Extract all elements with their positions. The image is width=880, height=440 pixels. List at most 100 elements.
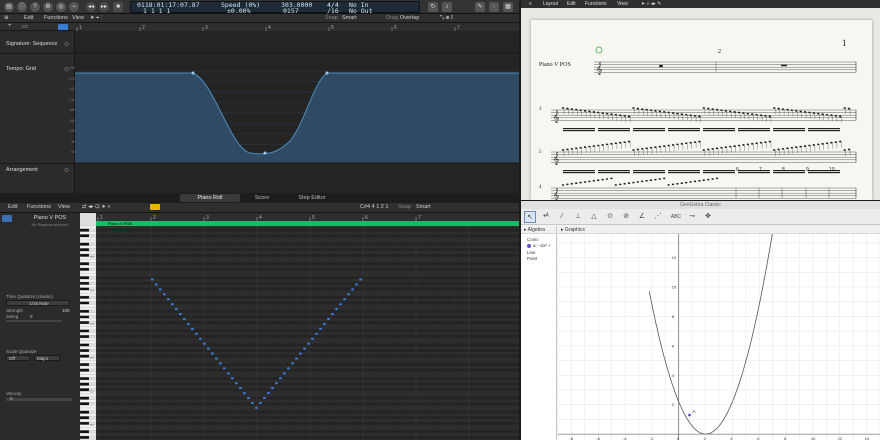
note-head bbox=[755, 113, 758, 116]
drag-dropdown[interactable]: Overlap bbox=[400, 15, 419, 21]
ellipse-icon[interactable]: ⊘ bbox=[620, 211, 632, 223]
scale-major-dropdown[interactable]: Major bbox=[34, 355, 60, 361]
note-head bbox=[641, 108, 644, 111]
visibility-toggle[interactable] bbox=[527, 244, 531, 248]
score-svg: 𝄞 𝄞 𝄞 𝄞 bbox=[551, 46, 857, 200]
track-signature[interactable]: Signature: Sequence bbox=[6, 41, 57, 47]
x-tick-label: 10 bbox=[811, 436, 816, 440]
region-bar[interactable] bbox=[96, 221, 519, 226]
tab-step-editor[interactable]: Step Editor bbox=[282, 194, 342, 202]
pr-ruler-number: 2 bbox=[153, 215, 156, 221]
beam bbox=[668, 170, 700, 172]
score-edit-menu[interactable]: Edit bbox=[567, 1, 576, 7]
rewind-icon[interactable]: ◂◂ bbox=[86, 2, 96, 12]
tempo-scale-label: 240 bbox=[69, 87, 75, 91]
text-icon[interactable]: ABC bbox=[668, 211, 684, 223]
note-head bbox=[847, 107, 851, 110]
piano-keyboard[interactable]: C6 C5 C4 C3 C2 C1 bbox=[80, 213, 96, 440]
midi-note bbox=[343, 298, 346, 301]
global-track-icon[interactable]: ▭ bbox=[22, 23, 28, 30]
browser-icon[interactable]: ▦ bbox=[503, 2, 513, 12]
reflect-icon[interactable]: ⋰ bbox=[652, 211, 664, 223]
add-track-icon[interactable]: ⊕ bbox=[4, 15, 9, 21]
score-functions-menu[interactable]: Functions bbox=[585, 1, 607, 7]
score-layout-menu[interactable]: Layout bbox=[543, 1, 558, 7]
pr-view-menu[interactable]: View bbox=[58, 204, 70, 210]
forward-icon[interactable]: ▸▸ bbox=[99, 2, 109, 12]
lcd-display[interactable]: 0118:01:17:07.87 1 1 1 1 Speed (0%) ±0.0… bbox=[130, 1, 420, 15]
functions-menu[interactable]: Functions bbox=[44, 15, 68, 21]
settings-icon[interactable]: ⊙ bbox=[64, 167, 69, 174]
piano-roll-grid[interactable]: 1 2 3 4 5 6 7 Piano V POS bbox=[96, 213, 519, 440]
notepad-icon[interactable]: ✎ bbox=[475, 2, 485, 12]
swing-slider[interactable] bbox=[6, 320, 62, 322]
graphics-view[interactable]: ▸ Graphics -8 -6 -4 -2 0 2 4 6 8 10 12 14 12 10 8 6 4 2 A bbox=[558, 226, 880, 440]
add-global-track-icon[interactable]: + bbox=[8, 23, 12, 29]
circle-icon[interactable]: ⊙ bbox=[604, 211, 616, 223]
view-menu[interactable]: View bbox=[72, 15, 84, 21]
move-graphics-icon[interactable]: ✥ bbox=[702, 211, 714, 223]
move-icon[interactable]: ↖ bbox=[524, 211, 536, 223]
tool-pointer-icon[interactable]: ➤ ⌖ ⫶ bbox=[90, 15, 102, 22]
tracks-area[interactable]: 1 2 3 4 5 6 7 300 270 240 210 180 150 120 90 60 bbox=[69, 23, 519, 193]
score-page[interactable]: 𝄞 𝄞 𝄞 𝄞 1 Piano V POS 2 3 5 4 6 7 8 9 10 bbox=[531, 20, 872, 200]
inspector-icon[interactable]: ⓘ bbox=[17, 2, 27, 12]
pr-edit-menu[interactable]: Edit bbox=[8, 204, 17, 210]
stop-button[interactable]: ■ bbox=[113, 2, 123, 12]
velocity-slider[interactable] bbox=[6, 398, 72, 401]
point-icon[interactable]: •ᴬ bbox=[540, 211, 552, 223]
midi-note bbox=[251, 401, 254, 404]
score-window: ≡ Layout Edit Functions View ➤ ⌕ ◂▸ ✎ 𝄞 𝄞… bbox=[521, 0, 880, 200]
tab-piano-roll[interactable]: Piano Roll bbox=[180, 194, 240, 202]
ruler-number: 3 bbox=[205, 25, 208, 31]
angle-icon[interactable]: ∠ bbox=[636, 211, 648, 223]
instrument-name: Piano V POS bbox=[539, 62, 571, 68]
velocity-value: 0 bbox=[10, 396, 13, 401]
black-key bbox=[80, 410, 90, 414]
scale-quantize-label: Scale Quantize bbox=[6, 349, 37, 354]
perpendicular-icon[interactable]: ⊥ bbox=[572, 211, 584, 223]
tempo-curve-fill bbox=[75, 73, 519, 163]
pr-tool-icons[interactable]: ⇄ ◂▸ ⊡ ➤ ⌕ bbox=[82, 204, 111, 211]
note-head bbox=[583, 109, 587, 112]
beam bbox=[598, 130, 630, 132]
edit-menu[interactable]: Edit bbox=[24, 15, 33, 21]
note-head bbox=[685, 142, 688, 145]
score-left-icon[interactable]: ≡ bbox=[529, 1, 532, 7]
algebra-item[interactable]: a: −2x² + bbox=[533, 243, 551, 248]
time-quantize-dropdown[interactable]: 1/16 Note bbox=[6, 300, 70, 306]
beam bbox=[703, 172, 735, 174]
help-icon[interactable]: ? bbox=[30, 2, 40, 12]
region-status: No Regions selected bbox=[31, 222, 69, 227]
pr-functions-menu[interactable]: Functions bbox=[27, 204, 51, 210]
track-tempo[interactable]: Tempo: Grid bbox=[6, 66, 36, 72]
toolbar-icon[interactable]: ⚙ bbox=[43, 2, 53, 12]
ruler-number: 2 bbox=[142, 25, 145, 31]
note-head bbox=[698, 140, 701, 143]
pr-color-icon[interactable] bbox=[150, 204, 160, 210]
cycle-icon[interactable]: ↻ bbox=[428, 2, 438, 12]
track-arrangement[interactable]: Arrangement bbox=[6, 167, 38, 173]
tuner-icon[interactable]: ♪ bbox=[442, 2, 452, 12]
smart-controls-icon[interactable]: ◎ bbox=[56, 2, 66, 12]
control-bar: ▤ ⓘ ? ⚙ ◎ ⌁ ◂◂ ▸▸ ■ 0118:01:17:07.87 1 1… bbox=[0, 0, 519, 15]
mixer-icon[interactable]: ⌁ bbox=[69, 2, 79, 12]
region-icon[interactable] bbox=[2, 215, 12, 222]
polygon-icon[interactable]: △ bbox=[588, 211, 600, 223]
pr-snap-dropdown[interactable]: Smart bbox=[416, 204, 431, 210]
note-head bbox=[676, 182, 679, 185]
loop-browser-icon[interactable]: ◌ bbox=[489, 2, 499, 12]
swing-value[interactable]: 0 bbox=[30, 314, 33, 319]
beam bbox=[598, 128, 630, 130]
score-tool-icons[interactable]: ➤ ⌕ ◂▸ ✎ bbox=[641, 1, 661, 7]
zoom-icon[interactable]: ⤡ ⊞ ⫾ bbox=[440, 15, 453, 22]
library-icon[interactable]: ▤ bbox=[4, 2, 14, 12]
line-icon[interactable]: ⁄ bbox=[556, 211, 568, 223]
slider-icon[interactable]: ⊸ bbox=[686, 211, 698, 223]
strength-value[interactable]: 100 bbox=[62, 308, 70, 313]
octave-label: C3 bbox=[90, 356, 94, 360]
score-view-menu[interactable]: View bbox=[617, 1, 628, 7]
white-key bbox=[80, 239, 96, 243]
scale-off-dropdown[interactable]: Off bbox=[6, 355, 30, 361]
snap-dropdown[interactable]: Smart bbox=[342, 15, 357, 21]
